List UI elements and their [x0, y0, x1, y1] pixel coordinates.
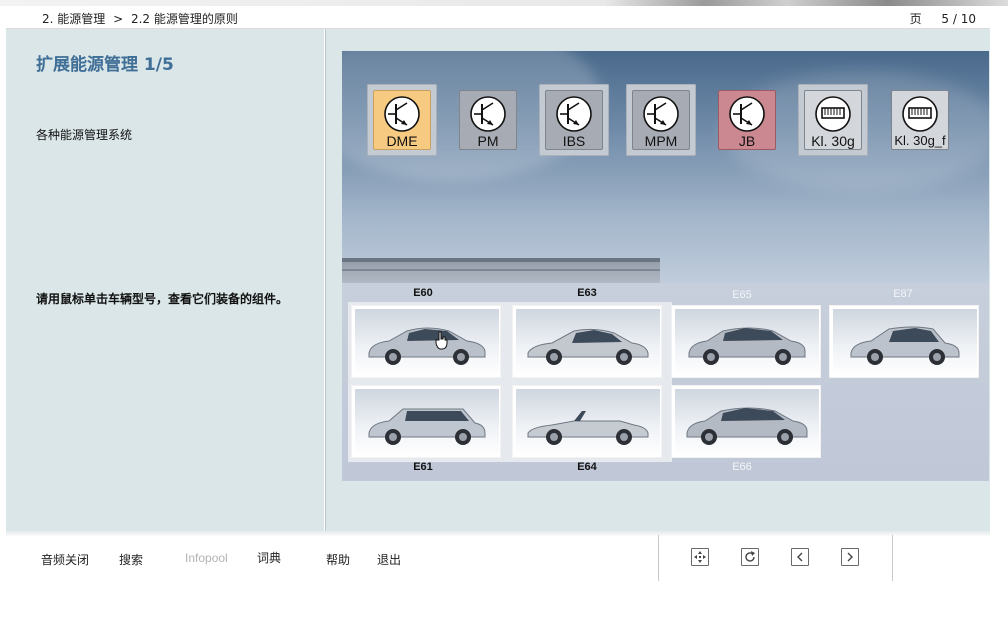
next-icon [847, 552, 853, 562]
controller-kl30g-f[interactable]: Kl. 30g_f [885, 84, 955, 156]
audio-off-button[interactable]: 音频关闭 [41, 551, 89, 568]
footer-shadow [6, 531, 990, 537]
footer-toolbar: 音频关闭 搜索 Infopool 词典 帮助 退出 [0, 531, 1008, 640]
footer-divider [658, 535, 659, 581]
car-photo [516, 309, 660, 376]
car-photo [355, 309, 499, 376]
car-silhouette-icon [527, 411, 649, 445]
car-thumb-e63[interactable] [512, 305, 662, 378]
page-indicator: 页 5 / 10 [910, 10, 976, 27]
car-photo [675, 389, 819, 456]
model-label-e64[interactable]: E64 [512, 461, 662, 473]
controller-dme[interactable]: DME [367, 84, 437, 156]
controller-ibs-face: IBS [545, 90, 603, 150]
model-label-e63[interactable]: E63 [512, 287, 662, 299]
relay-icon [815, 96, 851, 132]
car-photo [355, 389, 499, 456]
car-thumb-e64[interactable] [512, 385, 662, 458]
controller-kl30g[interactable]: Kl. 30g [798, 84, 868, 156]
navigation-map-button[interactable] [691, 548, 709, 566]
section-subtitle: 各种能源管理系统 [36, 128, 133, 142]
model-label-e65: E65 [732, 289, 752, 301]
controller-mpm[interactable]: MPM [626, 84, 696, 156]
transistor-icon [384, 96, 420, 132]
transistor-icon [643, 96, 679, 132]
previous-page-button[interactable] [791, 548, 809, 566]
section-title: 扩展能源管理 1/5 [36, 55, 174, 75]
car-silhouette-icon [368, 408, 486, 445]
transistor-icon [556, 96, 592, 132]
controller-label: MPM [644, 133, 678, 149]
page-number: 5 / 10 [941, 12, 976, 26]
breadcrumb: 2. 能源管理 > 2.2 能源管理的原则 [42, 10, 238, 27]
illustration-stage: DME PM IBS MPM JB Kl. 30g Kl. 30g_f E60 … [342, 51, 989, 481]
car-photo [516, 389, 660, 456]
glossary-button[interactable]: 词典 [257, 549, 281, 566]
car-photo [833, 309, 977, 376]
controller-label: DME [386, 133, 418, 149]
controller-jb[interactable]: JB [712, 84, 782, 156]
controller-ibs[interactable]: IBS [539, 84, 609, 156]
breadcrumb-section[interactable]: 2.2 能源管理的原则 [131, 12, 238, 26]
car-thumb-e61[interactable] [351, 385, 501, 458]
footer-divider [892, 535, 893, 581]
car-thumb-e65 [671, 305, 821, 378]
car-silhouette-icon [850, 326, 960, 365]
transistor-icon [729, 96, 765, 132]
rail-decor [342, 258, 660, 262]
next-page-button[interactable] [841, 548, 859, 566]
car-photo [675, 309, 819, 376]
controller-pm[interactable]: PM [453, 84, 523, 156]
breadcrumb-chapter[interactable]: 2. 能源管理 [42, 12, 105, 26]
breadcrumb-separator: > [113, 12, 124, 26]
controller-kl30g-face: Kl. 30g [804, 90, 862, 150]
help-button[interactable]: 帮助 [326, 551, 350, 568]
right-margin [993, 29, 1008, 531]
refresh-button[interactable] [741, 548, 759, 566]
header-bar: 2. 能源管理 > 2.2 能源管理的原则 页 5 / 10 [6, 6, 990, 29]
controller-mpm-face: MPM [632, 90, 690, 150]
transistor-icon [470, 96, 506, 132]
search-button[interactable]: 搜索 [119, 551, 143, 568]
car-silhouette-icon [368, 327, 486, 365]
hand-pointer-icon [435, 331, 448, 350]
car-silhouette-icon [527, 328, 649, 365]
controller-label: Kl. 30g_f [894, 133, 946, 148]
left-panel [6, 29, 324, 531]
model-label-e60[interactable]: E60 [348, 287, 498, 299]
car-thumb-e60[interactable] [351, 305, 501, 378]
car-thumb-e66 [671, 385, 821, 458]
instruction-text: 请用鼠标单击车辆型号，查看它们装备的组件。 [36, 292, 289, 306]
refresh-icon [745, 551, 755, 562]
controller-label: IBS [562, 133, 586, 149]
car-thumb-e87 [829, 305, 979, 378]
controller-pm-face: PM [459, 90, 517, 150]
relay-icon [902, 96, 938, 132]
car-silhouette-icon [686, 407, 808, 445]
controller-label: JB [738, 133, 756, 149]
rail-decor [342, 269, 660, 271]
controller-label: Kl. 30g [811, 133, 855, 149]
model-label-e61[interactable]: E61 [348, 461, 498, 473]
exit-button[interactable]: 退出 [377, 551, 401, 568]
car-silhouette-icon [688, 327, 806, 365]
infopool-button: Infopool [185, 551, 228, 565]
model-label-e66: E66 [732, 461, 752, 473]
controller-label: PM [477, 133, 499, 149]
page-label: 页 [909, 12, 922, 26]
model-label-e87: E87 [893, 288, 913, 300]
previous-icon [797, 552, 803, 562]
controller-dme-face: DME [373, 90, 431, 150]
controller-jb-face: JB [718, 90, 776, 150]
controller-kl30g-f-face: Kl. 30g_f [891, 90, 949, 150]
navigation-map-icon [694, 551, 706, 563]
